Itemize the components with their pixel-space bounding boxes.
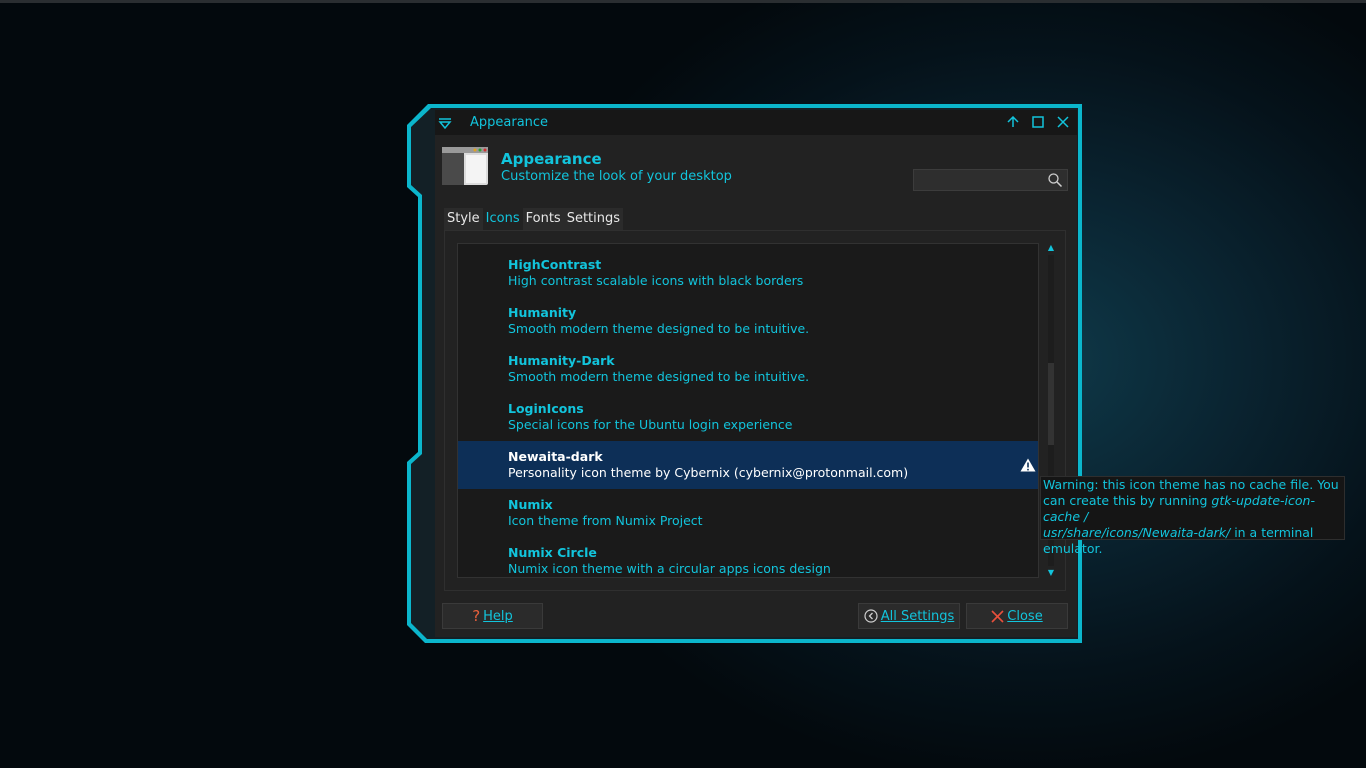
keep-above-button[interactable]	[1004, 113, 1022, 131]
appearance-app-icon	[442, 147, 488, 185]
theme-name: Numix Circle	[508, 545, 597, 560]
theme-description: Icon theme from Numix Project	[508, 513, 703, 528]
page-subtitle: Customize the look of your desktop	[501, 169, 732, 184]
theme-name: Numix	[508, 497, 553, 512]
list-item[interactable]: HighContrast High contrast scalable icon…	[458, 249, 1038, 297]
title-bar[interactable]: Appearance	[435, 110, 1077, 135]
theme-name: Newaita-dark	[508, 449, 603, 464]
tooltip-line: can create this by running gtk-update-ic…	[1043, 493, 1315, 524]
maximize-button[interactable]	[1029, 113, 1047, 131]
tab-fonts[interactable]: Fonts	[522, 208, 564, 230]
search-field[interactable]	[913, 169, 1068, 192]
help-button[interactable]: ? Help	[442, 603, 543, 629]
tooltip-line: usr/share/icons/Newaita-dark/ in a termi…	[1043, 525, 1314, 540]
theme-description: Special icons for the Ubuntu login exper…	[508, 417, 793, 432]
theme-description: Smooth modern theme designed to be intui…	[508, 321, 810, 336]
close-x-icon	[991, 609, 1004, 623]
arrow-up-icon	[1007, 115, 1019, 127]
tooltip-line: Warning: this icon theme has no cache fi…	[1043, 477, 1339, 492]
tab-settings[interactable]: Settings	[563, 208, 624, 230]
back-circle-icon	[864, 609, 878, 623]
theme-description: Personality icon theme by Cybernix (cybe…	[508, 465, 909, 480]
tab-bar: Style Icons Fonts Settings	[444, 208, 624, 230]
appearance-window: Appearance Appearance Customize the look…	[435, 110, 1077, 637]
all-settings-button[interactable]: All Settings	[858, 603, 960, 629]
help-icon: ?	[472, 607, 481, 625]
close-icon	[1057, 116, 1069, 128]
theme-name: Humanity	[508, 305, 577, 320]
list-item[interactable]: Humanity-Dark Smooth modern theme design…	[458, 345, 1038, 393]
scroll-up-arrow-icon[interactable]: ▲	[1046, 243, 1056, 253]
close-button-label: Close	[1007, 608, 1043, 624]
list-item[interactable]: Numix Icon theme from Numix Project	[458, 489, 1038, 537]
theme-description: Numix icon theme with a circular apps ic…	[508, 561, 831, 576]
page-title: Appearance	[501, 150, 602, 168]
tooltip-command-path: usr/share/icons/Newaita-dark/	[1043, 525, 1231, 540]
theme-name: LoginIcons	[508, 401, 584, 416]
list-item-selected[interactable]: Newaita-dark Personality icon theme by C…	[458, 441, 1038, 489]
tab-style[interactable]: Style	[444, 208, 483, 230]
theme-description: Smooth modern theme designed to be intui…	[508, 369, 810, 384]
warning-tooltip: Warning: this icon theme has no cache fi…	[1040, 476, 1345, 556]
theme-name: Humanity-Dark	[508, 353, 615, 368]
tab-icons[interactable]: Icons	[482, 208, 523, 230]
icon-theme-list[interactable]: HighContrast High contrast scalable icon…	[457, 243, 1039, 578]
close-button[interactable]: Close	[966, 603, 1068, 629]
window-menu-icon[interactable]	[438, 116, 452, 130]
desktop-top-panel	[0, 0, 1366, 3]
list-item[interactable]: LoginIcons Special icons for the Ubuntu …	[458, 393, 1038, 441]
maximize-icon	[1032, 116, 1044, 128]
warning-icon[interactable]	[1020, 458, 1036, 472]
theme-name: HighContrast	[508, 257, 602, 272]
list-item[interactable]: Humanity Smooth modern theme designed to…	[458, 297, 1038, 345]
tooltip-line: emulator.	[1043, 541, 1103, 556]
icons-tab-panel: HighContrast High contrast scalable icon…	[444, 230, 1066, 591]
list-item[interactable]: Numix Circle Numix icon theme with a cir…	[458, 537, 1038, 577]
close-window-button[interactable]	[1054, 113, 1072, 131]
all-settings-label: All Settings	[880, 608, 955, 624]
window-title: Appearance	[470, 115, 549, 130]
theme-description: High contrast scalable icons with black …	[508, 273, 804, 288]
scrollbar-thumb[interactable]	[1048, 363, 1054, 445]
search-input[interactable]	[914, 170, 1046, 192]
scroll-down-arrow-icon[interactable]: ▼	[1046, 568, 1056, 578]
search-icon[interactable]	[1047, 172, 1063, 188]
help-button-label: Help	[483, 608, 513, 624]
